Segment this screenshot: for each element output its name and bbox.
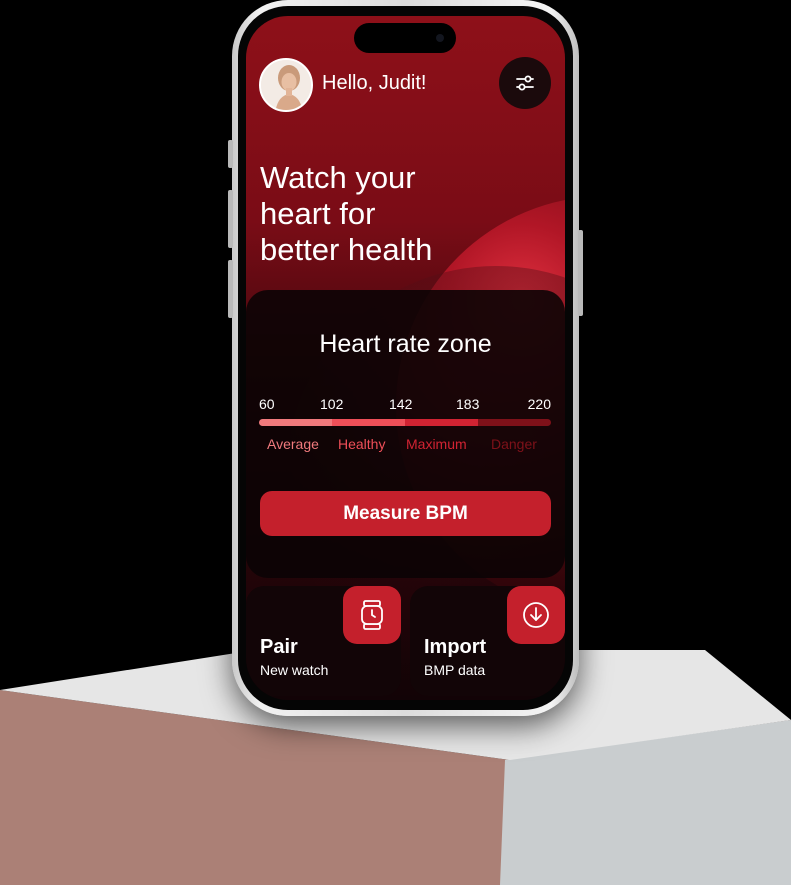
avatar[interactable]: [259, 58, 313, 112]
volume-up-button: [228, 190, 233, 248]
watch-icon: [361, 600, 383, 630]
import-tile-subtitle: BMP data: [424, 662, 486, 678]
zone-labels: Average Healthy Maximum Danger: [259, 436, 551, 454]
heart-rate-title: Heart rate zone: [319, 330, 492, 358]
threshold-value: 102: [320, 396, 344, 412]
pair-tile-subtitle: New watch: [260, 662, 329, 678]
pair-tile-title: Pair: [260, 636, 298, 658]
threshold-value: 183: [456, 396, 480, 412]
sliders-icon: [516, 75, 534, 91]
zone-segment-healthy: [332, 419, 405, 426]
hero-line-3: better health: [260, 232, 433, 267]
hero-headline: Watch your heart for better health: [260, 160, 500, 268]
filter-button[interactable]: [499, 57, 551, 109]
zone-segment-danger: [478, 419, 551, 426]
zone-thresholds: 60 102 142 183 220: [259, 396, 551, 412]
zone-label-danger: Danger: [491, 436, 537, 452]
hero-line-1: Watch your: [260, 160, 416, 195]
threshold-value: 220: [527, 396, 551, 412]
zone-label-average: Average: [267, 436, 319, 452]
import-tile-title: Import: [424, 636, 487, 658]
side-button: [228, 140, 233, 168]
zone-segment-maximum: [405, 419, 478, 426]
zone-label-healthy: Healthy: [338, 436, 386, 452]
threshold-value: 142: [389, 396, 413, 412]
power-button: [578, 230, 583, 316]
pair-watch-tile[interactable]: Pair New watch: [246, 586, 401, 696]
import-data-tile[interactable]: Import BMP data: [410, 586, 565, 696]
zone-label-maximum: Maximum: [406, 436, 467, 452]
pair-icon-button[interactable]: [343, 586, 401, 644]
zone-bar: [259, 419, 551, 426]
camera-icon: [436, 34, 444, 42]
heart-rate-card: Heart rate zone 60 102 142 183 220 Avera…: [246, 290, 565, 578]
dynamic-island: [354, 23, 456, 53]
import-icon-button[interactable]: [507, 586, 565, 644]
volume-down-button: [228, 260, 233, 318]
hero-line-2: heart for: [260, 196, 376, 231]
measure-bpm-button[interactable]: Measure BPM: [260, 491, 551, 536]
app-screen: Hello, Judit! Watch your heart for bette…: [246, 16, 565, 700]
zone-segment-average: [259, 419, 332, 426]
greeting-text: Hello, Judit!: [322, 72, 427, 94]
download-icon: [523, 602, 549, 628]
threshold-value: 60: [259, 396, 275, 412]
avatar-image: [261, 60, 311, 110]
